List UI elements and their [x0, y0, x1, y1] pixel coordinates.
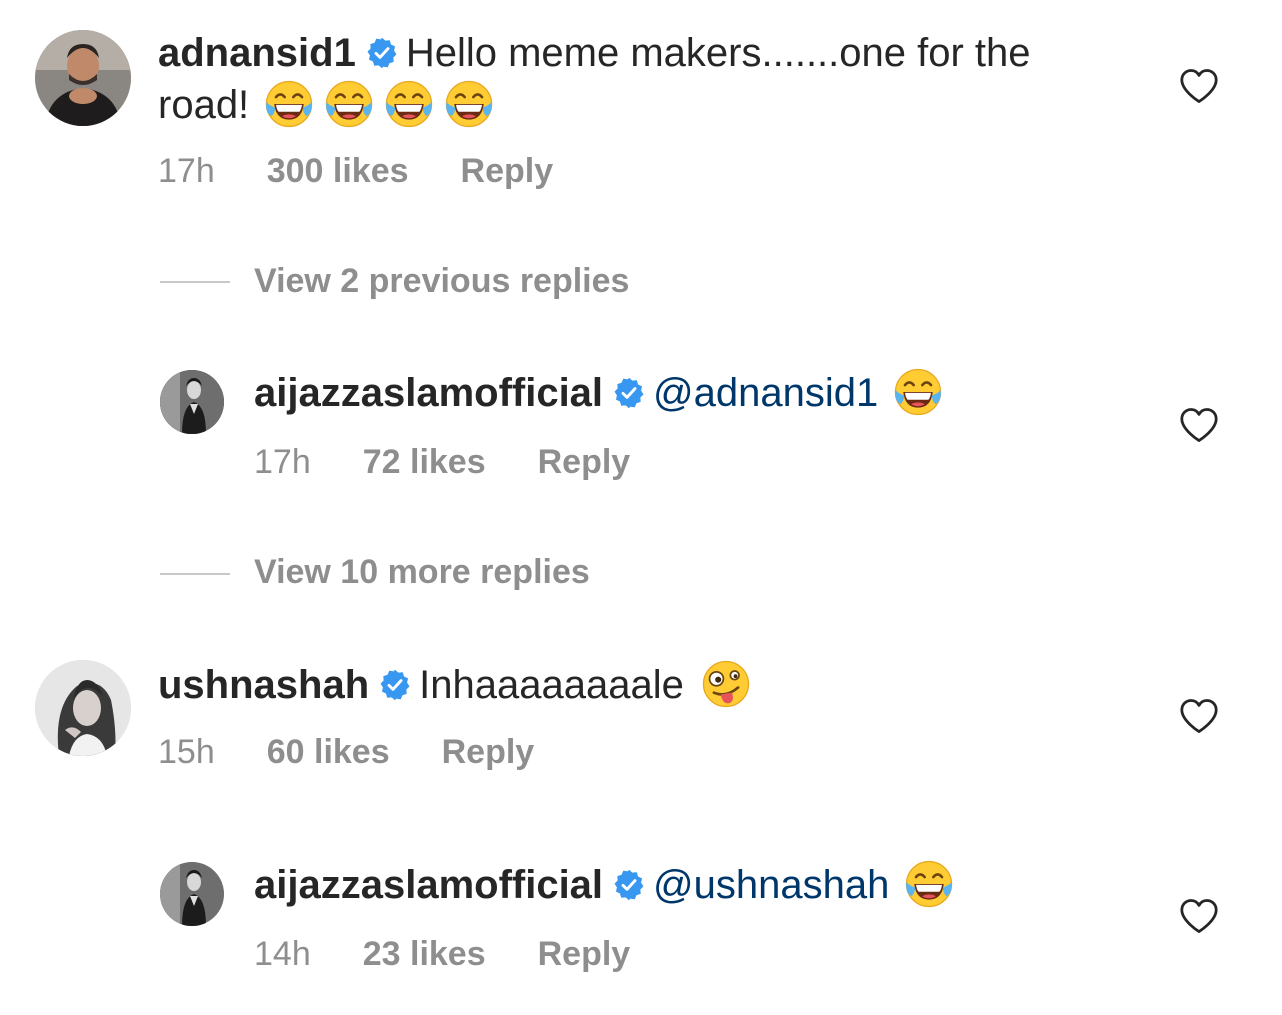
like-heart-icon[interactable] [1179, 68, 1219, 104]
comment-text-line1: ushnashah Inhaaaaaaaale [158, 658, 752, 710]
timestamp: 14h [254, 935, 311, 973]
view-previous-replies[interactable]: View 2 previous replies [254, 261, 629, 301]
verified-badge-icon [613, 869, 645, 901]
comment-text-line2: road! [158, 78, 495, 130]
laughing-tears-emoji [892, 366, 944, 418]
timestamp: 17h [158, 152, 215, 190]
verified-badge-icon [379, 669, 411, 701]
zany-face-emoji [700, 658, 752, 710]
like-heart-icon[interactable] [1179, 698, 1219, 734]
like-heart-icon[interactable] [1179, 407, 1219, 443]
view-more-replies[interactable]: View 10 more replies [254, 552, 590, 592]
avatar-aijazzaslamofficial[interactable] [160, 370, 224, 434]
likes-count[interactable]: 72 likes [363, 443, 486, 481]
reply-button[interactable]: Reply [538, 443, 631, 481]
verified-badge-icon [613, 377, 645, 409]
username[interactable]: adnansid1 [158, 31, 356, 75]
username[interactable]: aijazzaslamofficial [254, 371, 603, 415]
laughing-tears-emoji [263, 78, 315, 130]
likes-count[interactable]: 60 likes [267, 733, 390, 771]
laughing-tears-emoji [323, 78, 375, 130]
verified-badge-icon [366, 37, 398, 69]
reply-button[interactable]: Reply [538, 935, 631, 973]
comment-meta: 15h 60 likes Reply [158, 732, 534, 772]
like-heart-icon[interactable] [1179, 898, 1219, 934]
likes-count[interactable]: 23 likes [363, 935, 486, 973]
username[interactable]: aijazzaslamofficial [254, 863, 603, 907]
reply-text-line: aijazzaslamofficial @ushnashah [254, 858, 955, 910]
reply-button[interactable]: Reply [461, 152, 554, 190]
reply-text-line: aijazzaslamofficial @adnansid1 [254, 366, 944, 418]
reply-meta: 17h 72 likes Reply [254, 442, 630, 482]
reply-button[interactable]: Reply [442, 733, 535, 771]
mention-link[interactable]: @ushnashah [653, 863, 889, 907]
avatar-adnansid1[interactable] [35, 30, 131, 126]
replies-divider [160, 281, 230, 283]
replies-divider [160, 573, 230, 575]
laughing-tears-emoji [383, 78, 435, 130]
comment-meta: 17h 300 likes Reply [158, 151, 553, 191]
avatar-aijazzaslamofficial[interactable] [160, 862, 224, 926]
reply-meta: 14h 23 likes Reply [254, 934, 630, 974]
timestamp: 17h [254, 443, 311, 481]
comment-body-cont: road! [158, 83, 250, 127]
comment-text-line1: adnansid1 Hello meme makers.......one for… [158, 28, 1031, 78]
comment-body: Inhaaaaaaaale [419, 663, 684, 707]
username[interactable]: ushnashah [158, 663, 369, 707]
laughing-tears-emoji [903, 858, 955, 910]
avatar-ushnashah[interactable] [35, 660, 131, 756]
timestamp: 15h [158, 733, 215, 771]
laughing-tears-emoji [443, 78, 495, 130]
comment-body: Hello meme makers.......one for the [405, 31, 1031, 75]
likes-count[interactable]: 300 likes [267, 152, 409, 190]
mention-link[interactable]: @adnansid1 [653, 371, 878, 415]
